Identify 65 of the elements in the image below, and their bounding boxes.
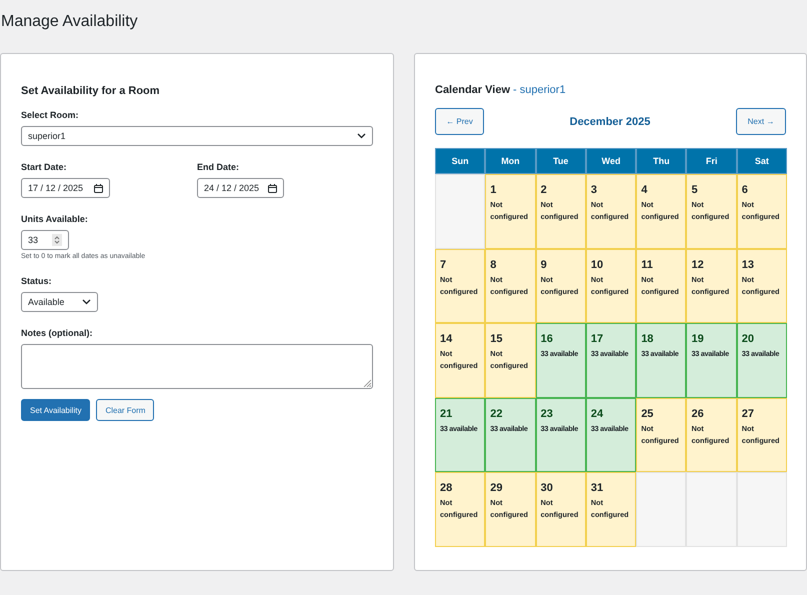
spinner-icon[interactable] (52, 234, 62, 246)
room-select[interactable]: superior1 (21, 126, 373, 146)
field-label: Notes (optional): (21, 328, 94, 339)
form-heading: Set Availability for a Room (21, 84, 161, 98)
day-number: 16 (540, 333, 554, 346)
day-number: 8 (490, 258, 498, 271)
day-number: 5 (691, 184, 699, 196)
next-button[interactable]: Next → (736, 108, 786, 135)
weekday-header: Thu (636, 148, 686, 174)
field-label: Select Room: (21, 110, 80, 121)
status-select[interactable]: Available (21, 292, 98, 312)
end-date-field[interactable]: 24 / 12 / 2025 (197, 178, 284, 198)
day-number: 21 (440, 408, 454, 420)
calendar-heading: Calendar View (435, 83, 510, 97)
resize-handle-icon (363, 379, 371, 387)
page-title: Manage Availability (1, 12, 139, 32)
day-number: 17 (590, 333, 604, 346)
chevron-down-icon (82, 299, 91, 305)
field-label: Start Date: (21, 162, 68, 173)
field-label: Status: (21, 276, 53, 287)
calendar-icon (268, 184, 277, 192)
day-number: 26 (691, 408, 705, 420)
day-number: 30 (540, 482, 554, 494)
day-number: 24 (590, 408, 604, 420)
day-number: 23 (540, 408, 554, 420)
day-number: 14 (440, 333, 454, 346)
day-number: 12 (691, 258, 705, 271)
weekday-header: Sat (736, 148, 788, 174)
weekday-header: Fri (686, 148, 737, 174)
room-name: - superior1 (513, 83, 566, 97)
clear-button[interactable]: Clear Form (96, 399, 154, 421)
day-number: 6 (742, 184, 749, 196)
day-number: 22 (490, 408, 504, 420)
calendar-icon (94, 184, 103, 192)
day-number: 28 (440, 482, 454, 494)
day-number: 11 (641, 258, 654, 271)
day-number: 10 (590, 258, 604, 271)
day-number: 7 (440, 258, 448, 271)
day-number: 2 (540, 184, 548, 196)
notes-field[interactable] (21, 344, 373, 389)
day-number: 1 (490, 184, 498, 196)
day-number: 29 (490, 482, 504, 494)
weekday-header: Tue (536, 148, 586, 174)
weekday-header: Mon (485, 148, 536, 174)
month-title: December 2025 (570, 116, 650, 128)
day-number: 9 (540, 258, 548, 271)
prev-button[interactable]: ← Prev (435, 108, 484, 135)
field-label: Units Available: (21, 214, 89, 225)
day-number: 15 (490, 333, 504, 346)
submit-button[interactable]: Set Availability (21, 399, 90, 421)
day-number: 25 (641, 408, 654, 420)
day-number: 3 (590, 184, 598, 196)
weekday-header: Sun (435, 148, 486, 174)
day-number: 4 (641, 184, 648, 196)
day-number: 19 (691, 333, 705, 346)
day-number: 18 (641, 333, 654, 346)
field-label: End Date: (197, 162, 240, 173)
day-number: 31 (590, 482, 604, 494)
day-number: 13 (742, 258, 756, 271)
start-date-field[interactable]: 17 / 12 / 2025 (21, 178, 110, 198)
day-number: 20 (742, 333, 756, 346)
weekday-header: Wed (586, 148, 636, 174)
chevron-down-icon (357, 133, 366, 139)
day-number: 27 (742, 408, 756, 420)
units-field[interactable]: 33 (21, 230, 69, 250)
